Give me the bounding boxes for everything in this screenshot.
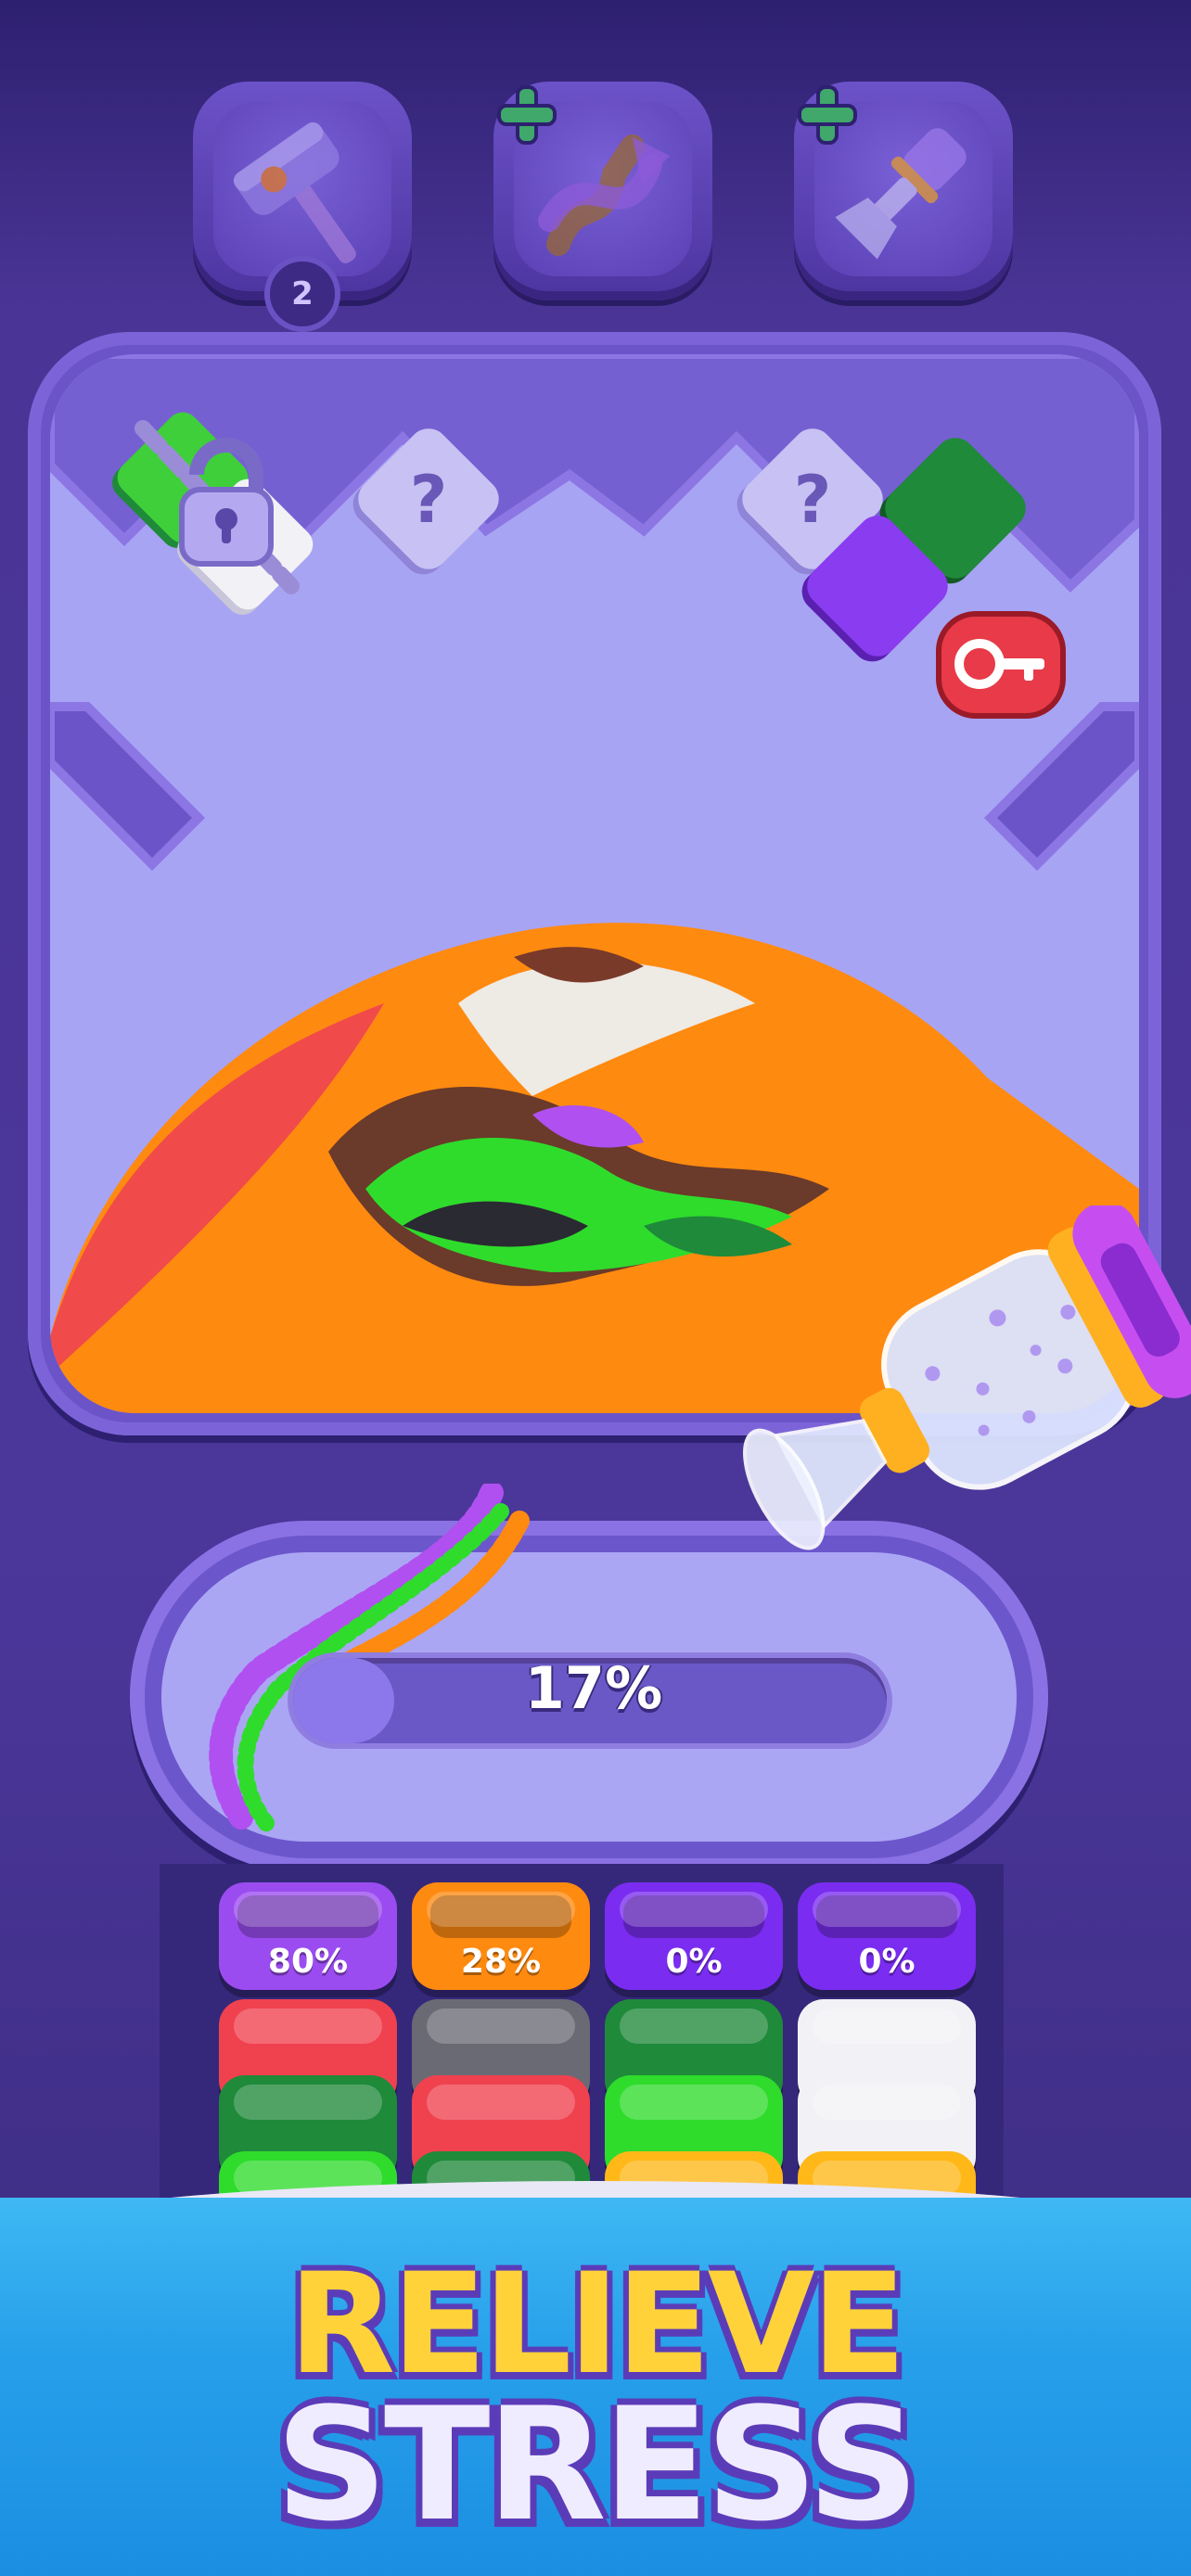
cup-top[interactable]: 28% <box>412 1882 590 1990</box>
plus-icon <box>798 85 857 145</box>
cup-fill-percent: 80% <box>267 1943 349 1981</box>
hammer-booster-button[interactable]: 2 <box>193 82 412 332</box>
spray-booster-button[interactable] <box>794 82 1013 300</box>
cup-fill-percent: 0% <box>665 1943 723 1981</box>
progress-fill <box>293 1658 394 1743</box>
banner-title-line2: STRESS <box>275 2374 919 2556</box>
cup-fill-percent: 28% <box>460 1943 542 1981</box>
spray-bottle-tool[interactable] <box>557 1205 1191 1669</box>
plus-icon <box>497 85 557 145</box>
mystery-block-label: ? <box>409 462 448 538</box>
cup-fill-percent: 0% <box>858 1943 916 1981</box>
cup-top[interactable]: 0% <box>605 1882 783 1990</box>
cup-top[interactable]: 80% <box>219 1882 397 1990</box>
cup-top[interactable]: 0% <box>798 1882 976 1990</box>
hammer-count-badge: 2 <box>264 256 340 332</box>
key-icon <box>936 611 1066 719</box>
padlock-chain-icon <box>134 420 300 594</box>
mystery-block-label: ? <box>793 462 832 538</box>
left-bumper <box>50 702 206 872</box>
shuffle-booster-button[interactable] <box>493 82 712 300</box>
right-bumper <box>983 702 1139 872</box>
